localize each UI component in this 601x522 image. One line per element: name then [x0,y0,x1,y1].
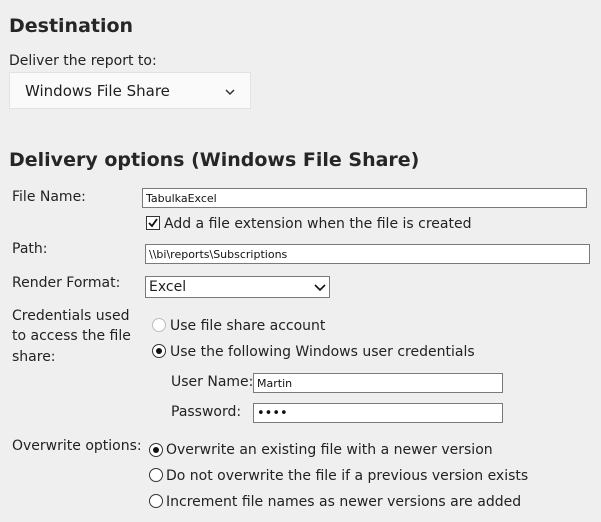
cred-windows-radio[interactable] [152,344,166,358]
delivery-options-heading: Delivery options (Windows File Share) [9,149,420,171]
password-label: Password: [171,404,242,420]
cred-windows-label: Use the following Windows user credentia… [170,344,475,360]
chevron-down-icon [224,84,236,96]
overwrite-newer-label: Overwrite an existing file with a newer … [166,442,493,458]
path-label: Path: [12,241,48,257]
path-input[interactable]: \\bi\reports\Subscriptions [145,244,590,264]
increment-names-radio[interactable] [149,494,163,508]
cred-file-share-label: Use file share account [170,318,326,334]
credentials-label-line3: share: [12,349,56,365]
overwrite-options-label: Overwrite options: [12,438,142,454]
file-name-label: File Name: [12,189,86,205]
user-name-label: User Name: [171,374,254,390]
chevron-down-icon [314,281,326,292]
overwrite-newer-radio[interactable] [149,443,163,457]
file-name-input[interactable]: TabulkaExcel [142,188,587,208]
render-format-label: Render Format: [12,275,121,291]
credentials-label-line2: to access the file [12,328,131,344]
checkmark-icon [148,218,158,228]
do-not-overwrite-label: Do not overwrite the file if a previous … [166,468,529,484]
deliver-to-value: Windows File Share [25,81,170,100]
deliver-to-dropdown[interactable]: Windows File Share [9,72,251,109]
add-extension-checkbox[interactable] [146,216,160,230]
deliver-label: Deliver the report to: [9,53,157,69]
password-input[interactable]: •••• [253,403,503,423]
cred-file-share-radio[interactable] [152,318,166,332]
render-format-select[interactable]: Excel [145,276,330,298]
increment-names-label: Increment file names as newer versions a… [166,494,522,510]
do-not-overwrite-radio[interactable] [149,468,163,482]
render-format-value: Excel [149,279,187,295]
user-name-input[interactable]: Martin [253,373,503,393]
add-extension-label: Add a file extension when the file is cr… [164,216,472,232]
destination-heading: Destination [9,15,134,37]
credentials-label-line1: Credentials used [12,308,130,324]
